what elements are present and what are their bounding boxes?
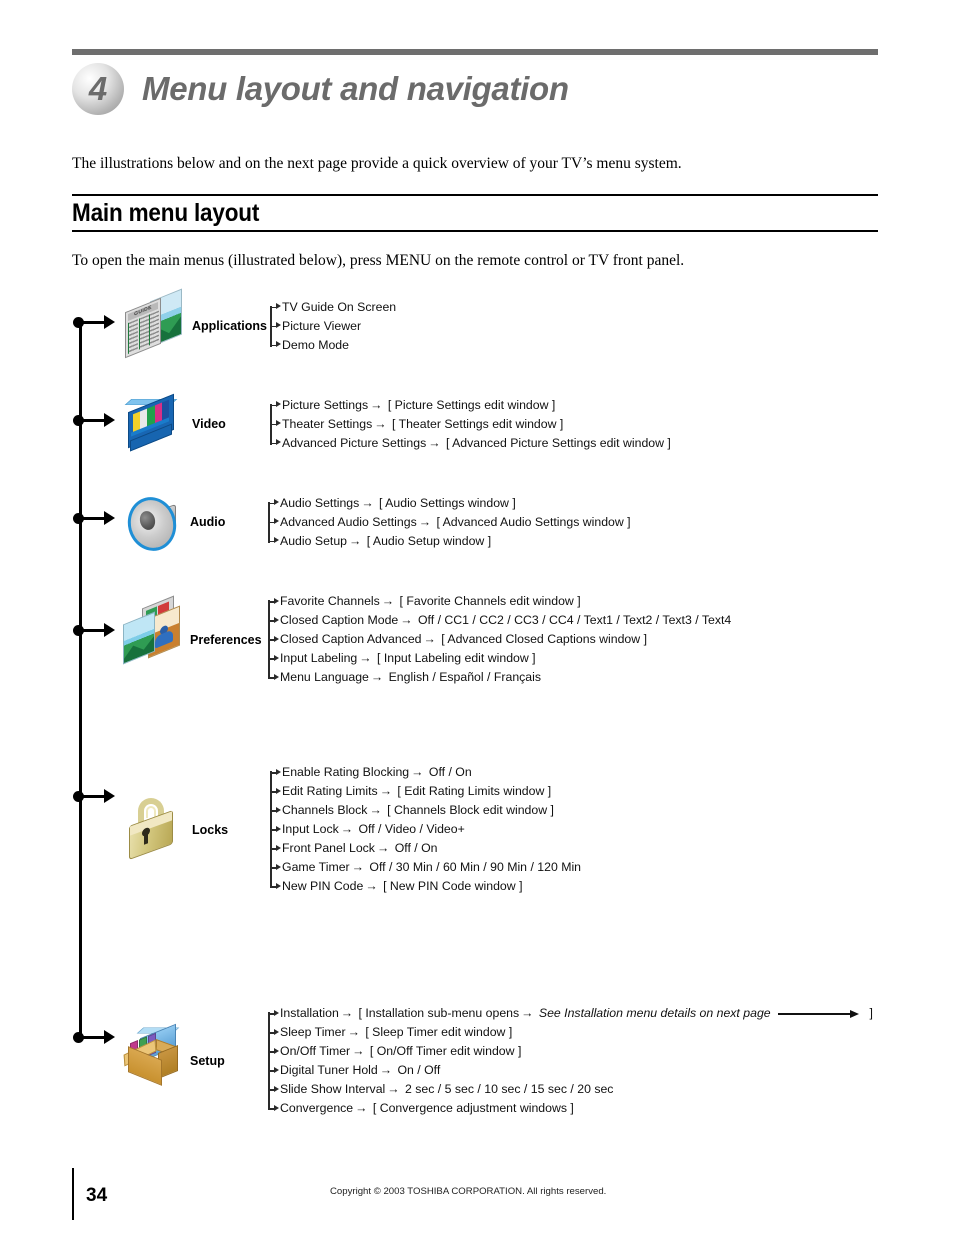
menu-group-label-locks: Locks [192,822,229,837]
padlock-icon [120,792,186,868]
menu-item-list-preferences: Favorite Channels → [ Favorite Channels e… [266,592,731,687]
photos-stack-icon [118,595,184,680]
menu-group-label-audio: Audio [190,515,226,529]
menu-item[interactable]: Advanced Picture Settings → [ Advanced Pi… [270,434,671,453]
menu-item[interactable]: Picture Viewer [269,317,396,336]
menu-tree-spine [79,322,82,1038]
page-number: 34 [86,1185,108,1206]
page-title: Menu layout and navigation [142,70,569,107]
guide-grid-icon: GUIDE [125,297,161,359]
menu-group-video: Video Picture Settings → [ Picture Settin… [120,391,671,457]
menu-group-label-applications: Applications [192,319,268,333]
menu-group-setup: Setup Installation → [ Installation sub-m… [118,1004,873,1118]
menu-item[interactable]: Advanced Audio Settings → [ Advanced Audi… [268,513,631,532]
menu-item[interactable]: Channels Block → [ Channels Block edit wi… [269,801,581,820]
menu-group-label-setup: Setup [190,1054,225,1068]
menu-group-applications: GUIDE Applications TV Guide On Screen Pi… [120,288,396,359]
branch-arrowhead-icon [104,1030,115,1044]
header-top-rule [72,49,878,55]
television-icon [120,391,186,457]
menu-item[interactable]: Installation → [ Installation sub-menu op… [268,1004,873,1023]
branch-connector-applications [73,314,115,330]
menu-item-list-video: Picture Settings → [ Picture Settings edi… [268,396,671,453]
menu-item[interactable]: Closed Caption Mode → Off / CC1 / CC2 / C… [267,611,731,630]
menu-item[interactable]: Enable Rating Blocking → Off / On [269,763,581,782]
menu-item[interactable]: Edit Rating Limits → [ Edit Rating Limits… [269,782,581,801]
menu-item[interactable]: On/Off Timer → [ On/Off Timer edit window… [268,1042,873,1061]
speaker-icon [118,489,184,557]
section-rule-bottom [72,230,878,232]
menu-group-locks: Locks Enable Rating Blocking → Off / On E… [120,763,581,896]
menu-item-list-setup: Installation → [ Installation sub-menu op… [266,1004,873,1118]
menu-item[interactable]: Slide Show Interval → 2 sec / 5 sec / 10 … [268,1080,873,1099]
menu-item[interactable]: Front Panel Lock → Off / On [269,839,581,858]
branch-connector-video [73,412,115,428]
menu-item[interactable]: TV Guide On Screen [269,298,396,317]
chapter-number-badge: 4 [72,63,124,115]
menu-item-list-locks: Enable Rating Blocking → Off / On Edit Ra… [268,763,581,896]
menu-group-preferences: Preferences Favorite Channels → [ Favorit… [118,592,731,687]
branch-arrowhead-icon [104,623,115,637]
menu-item[interactable]: Game Timer → Off / 30 Min / 60 Min / 90 M… [269,858,581,877]
menu-item-list-audio: Audio Settings → [ Audio Settings window … [266,494,631,551]
branch-connector-preferences [73,622,115,638]
menu-item[interactable]: Convergence → [ Convergence adjustment wi… [268,1099,873,1118]
branch-arrowhead-icon [104,789,115,803]
menu-group-label-preferences: Preferences [190,632,262,647]
branch-arrowhead-icon [104,315,115,329]
branch-connector-locks [73,788,115,804]
branch-connector-audio [73,510,115,526]
menu-item-list-applications: TV Guide On Screen Picture Viewer Demo M… [268,298,396,355]
intro-paragraph: The illustrations below and on the next … [72,155,682,172]
copyright-notice: Copyright © 2003 TOSHIBA CORPORATION. Al… [330,1186,607,1197]
section-title: Main menu layout [72,199,260,227]
branch-connector-setup [73,1029,115,1045]
menu-item[interactable]: Theater Settings → [ Theater Settings edi… [270,415,671,434]
installation-note: See Installation menu details on next pa… [538,1006,771,1020]
footer-rule [72,1168,74,1220]
menu-item[interactable]: Menu Language → English / Español / Franç… [267,668,731,687]
branch-arrowhead-icon [104,511,115,525]
applications-guide-photo-icon: GUIDE [120,288,186,359]
menu-group-audio: Audio Audio Settings → [ Audio Settings w… [118,489,631,557]
menu-item[interactable]: Sleep Timer → [ Sleep Timer edit window ] [268,1023,873,1042]
menu-item[interactable]: Digital Tuner Hold → On / Off [268,1061,873,1080]
menu-item[interactable]: Favorite Channels → [ Favorite Channels e… [267,592,731,611]
menu-item[interactable]: Closed Caption Advanced → [ Advanced Clos… [267,630,731,649]
menu-group-label-video: Video [192,417,226,431]
menu-item[interactable]: Demo Mode [269,336,396,355]
section-lead-paragraph: To open the main menus (illustrated belo… [72,252,685,269]
menu-item[interactable]: Audio Settings → [ Audio Settings window … [268,494,631,513]
branch-arrowhead-icon [104,413,115,427]
chapter-header: 4 Menu layout and navigation [72,63,569,115]
section-rule-top [72,194,878,196]
menu-item[interactable]: Input Labeling → [ Input Labeling edit wi… [267,649,731,668]
setup-box-icon [118,1021,184,1101]
menu-item[interactable]: Audio Setup → [ Audio Setup window ] [268,532,631,551]
continuation-arrow-icon [778,1009,862,1018]
menu-item[interactable]: New PIN Code → [ New PIN Code window ] [269,877,581,896]
menu-item[interactable]: Picture Settings → [ Picture Settings edi… [270,396,671,415]
menu-item[interactable]: Input Lock → Off / Video / Video+ [269,820,581,839]
